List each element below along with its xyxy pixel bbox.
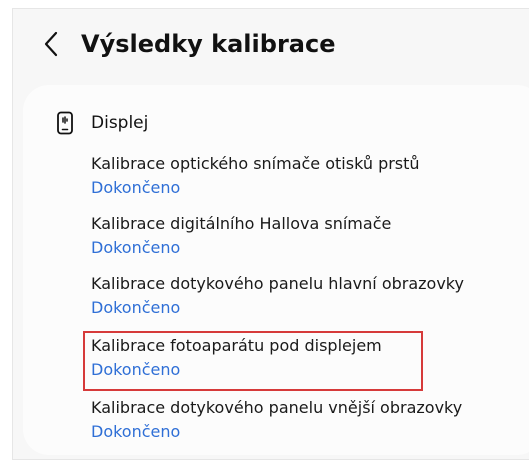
back-button[interactable] (39, 27, 63, 61)
highlight-box (83, 331, 423, 391)
chevron-left-icon (44, 31, 58, 57)
item-title: Kalibrace dotykového panelu vnější obraz… (91, 398, 463, 417)
item-status: Dokončeno (91, 178, 181, 197)
calibration-item-outer-touch-panel[interactable]: Kalibrace dotykového panelu vnější obraz… (91, 397, 529, 443)
item-title: Kalibrace digitálního Hallova snímače (91, 214, 392, 233)
item-title: Kalibrace dotykového panelu hlavní obraz… (91, 274, 464, 293)
calibration-item-hall-sensor[interactable]: Kalibrace digitálního Hallova snímače Do… (91, 213, 529, 259)
app-screen: Výsledky kalibrace Displej Kalibrace opt… (12, 8, 529, 460)
phone-icon (57, 111, 73, 135)
page-title: Výsledky kalibrace (81, 30, 336, 58)
item-status: Dokončeno (91, 238, 181, 257)
item-status: Dokončeno (91, 298, 181, 317)
calibration-item-fingerprint[interactable]: Kalibrace optického snímače otisků prstů… (91, 153, 529, 199)
section-title: Displej (91, 113, 149, 133)
app-header: Výsledky kalibrace (13, 9, 529, 79)
item-title: Kalibrace optického snímače otisků prstů (91, 154, 420, 173)
display-section-card: Displej Kalibrace optického snímače otis… (23, 85, 529, 455)
calibration-item-main-touch-panel[interactable]: Kalibrace dotykového panelu hlavní obraz… (91, 273, 529, 319)
item-status: Dokončeno (91, 422, 181, 441)
